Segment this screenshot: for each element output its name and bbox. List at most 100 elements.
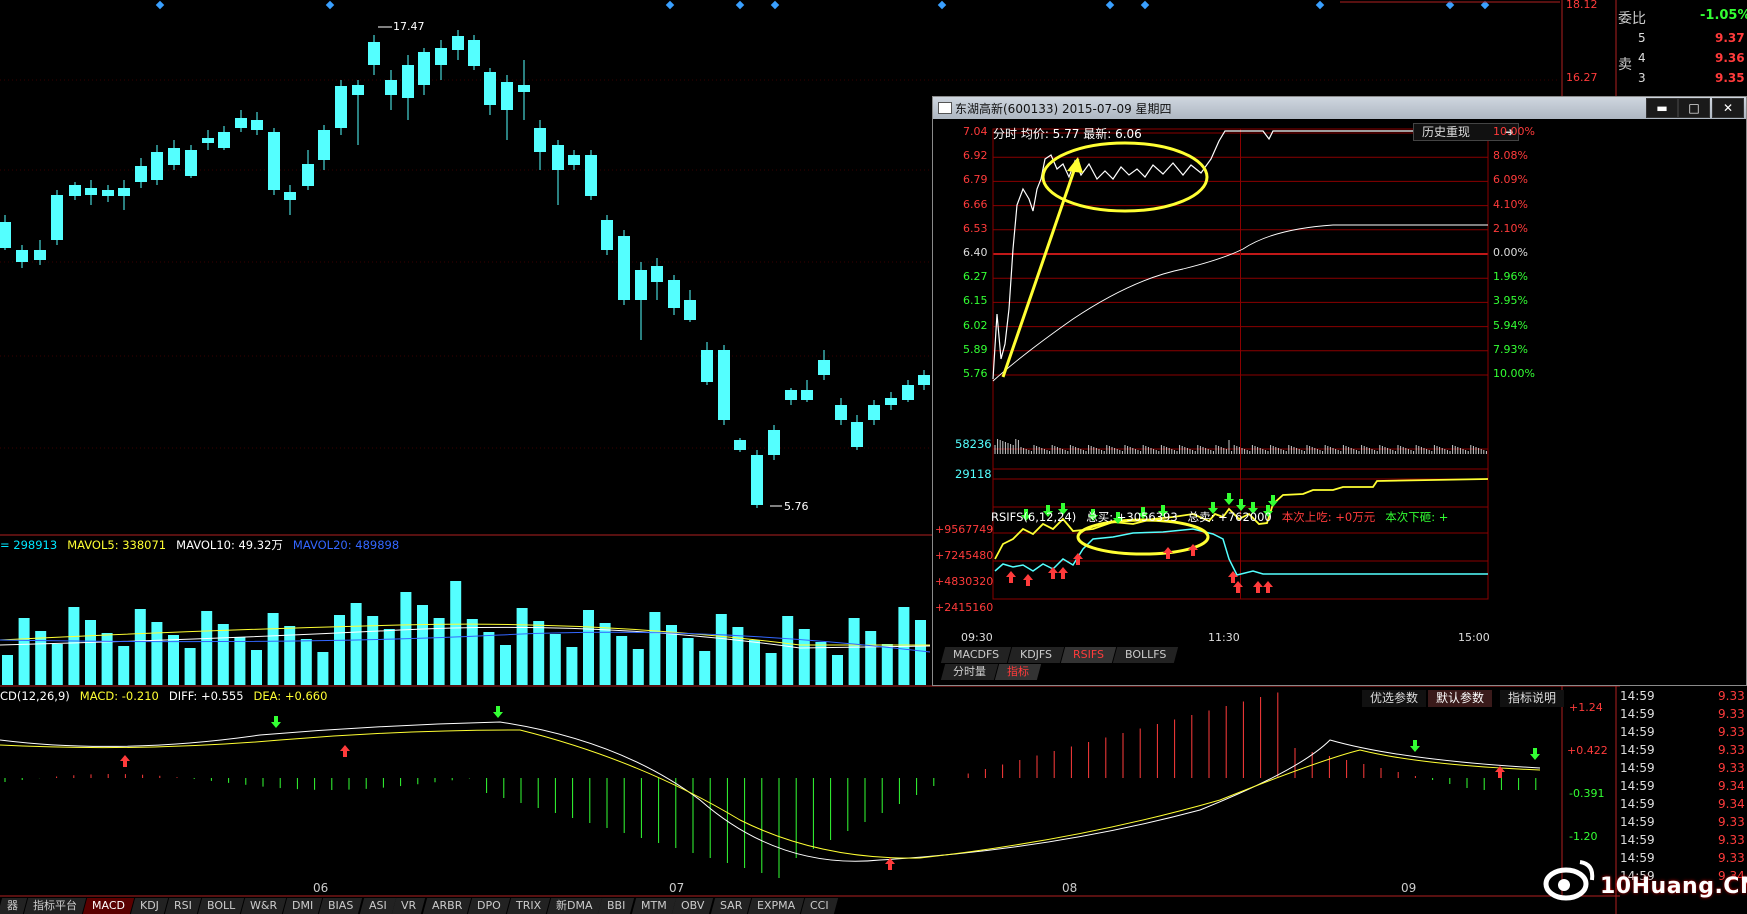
price-axis-label: 6.40 (963, 246, 988, 259)
volume-bar-down (300, 639, 312, 685)
tab-label: 分时量 (953, 665, 986, 678)
candle-body-down (918, 375, 930, 385)
marker-diamond (1105, 0, 1115, 10)
sell-arrow-icon (493, 706, 503, 718)
highlight-ellipse (1041, 141, 1209, 213)
tick-time: 14:59 (1620, 743, 1655, 757)
indicator-help-button[interactable]: 指标说明 (1500, 690, 1565, 707)
tab-5[interactable]: BOLL (197, 898, 245, 914)
candle-body-down (335, 86, 347, 128)
candle-body-down (851, 422, 863, 447)
intraday-chart[interactable] (933, 119, 1746, 685)
legend-item: DIFF: +0.555 (168, 689, 244, 703)
intraday-header: 分时 均价: 5.77 最新: 6.06 (993, 127, 1142, 141)
tab-20[interactable]: CCI (801, 898, 839, 914)
watermark: 10Huang.CN (1542, 848, 1747, 910)
tab-17[interactable]: OBV (672, 898, 715, 914)
marker-diamond (1315, 0, 1325, 10)
tab-label: ARBR (431, 899, 463, 912)
kline-axis-top: 18.12 (1566, 0, 1598, 11)
tab-16[interactable]: MTM (631, 898, 676, 914)
buy-arrow-icon (1263, 581, 1273, 593)
date-label-07: 07 (669, 881, 685, 895)
tab-label: BIAS (328, 899, 354, 912)
candle-body-down (651, 266, 663, 282)
price-axis-label: 5.89 (963, 342, 988, 356)
tab-11[interactable]: ARBR (422, 898, 472, 914)
volume-bar-down (118, 646, 130, 685)
candle-body-down (34, 250, 46, 260)
tab-label: TRIX (515, 899, 541, 912)
legend-item: CD(12,26,9) (0, 689, 70, 703)
tab-label: ASI (368, 899, 387, 912)
close-button[interactable]: ✕ (1712, 98, 1744, 118)
tab-0[interactable]: 器 (0, 898, 28, 914)
tab-6[interactable]: W&R (240, 898, 287, 914)
popup-titlebar[interactable]: 东湖高新(600133) 2015-07-09 星期四 ▬ □ ✕ (933, 97, 1746, 119)
intraday-popup-window[interactable]: 东湖高新(600133) 2015-07-09 星期四 ▬ □ ✕ 分时 均价:… (932, 96, 1747, 686)
popup-tab-1[interactable]: KDJFS (1007, 647, 1065, 663)
tick-price: 9.33 (1718, 689, 1745, 703)
percent-axis-label: 6.09% (1493, 173, 1528, 187)
ask-price: 9.35 (1715, 71, 1745, 85)
volume-bar-down (234, 637, 246, 685)
volume-bar-down (450, 581, 462, 685)
price-axis-label: 6.92 (963, 149, 988, 163)
tab-1[interactable]: 指标平台 (23, 898, 87, 914)
candle-body-down (0, 222, 11, 248)
tab-label: KDJFS (1020, 648, 1053, 661)
price-axis-label: 5.76 (963, 367, 988, 380)
candle-body-down (435, 48, 447, 65)
tab-4[interactable]: RSI (164, 898, 201, 914)
popup-sub-tab-1[interactable]: 指标 (994, 664, 1042, 680)
candle-body-down (16, 250, 28, 262)
tab-label: BOLLFS (1125, 648, 1167, 661)
optimize-params-button[interactable]: 优选参数 (1362, 690, 1427, 707)
kline-axis-2: 16.27 (1566, 71, 1598, 84)
tab-9[interactable]: ASI (359, 898, 396, 914)
tab-12[interactable]: DPO (467, 898, 510, 914)
tick-time: 14:59 (1620, 779, 1655, 793)
tab-14[interactable]: 新DMA (546, 898, 602, 914)
percent-axis-label: 8.08% (1493, 149, 1528, 163)
volume-bar-down (616, 636, 628, 685)
tab-label: SAR (719, 899, 743, 912)
buy-arrow-icon (1253, 581, 1263, 593)
tab-8[interactable]: BIAS (319, 898, 363, 914)
price-axis-label: 6.79 (963, 173, 988, 187)
percent-axis-label: 4.10% (1493, 197, 1528, 211)
candle-body-down (618, 236, 630, 300)
tab-label: DMI (292, 899, 314, 912)
volume-bar-down (632, 649, 644, 685)
candle-body-down (902, 385, 914, 400)
volume-bar-down (848, 618, 860, 685)
popup-tab-0[interactable]: MACDFS (940, 647, 1012, 663)
candle-body-down (768, 430, 780, 455)
macd-legend: CD(12,26,9) MACD: -0.210 DIFF: +0.555 DEA: … (0, 689, 337, 703)
tab-19[interactable]: EXPMA (748, 898, 805, 914)
tab-2[interactable]: MACD (82, 898, 135, 914)
default-params-button[interactable]: 默认参数 (1428, 690, 1493, 707)
popup-tab-2[interactable]: RSIFS (1060, 647, 1117, 663)
popup-sub-tab-0[interactable]: 分时量 (940, 664, 999, 680)
candle-body-down (85, 188, 97, 195)
tab-7[interactable]: DMI (283, 898, 323, 914)
volume-bar-down (217, 624, 229, 685)
legend-item: MAVOL10: 49.32万 (176, 538, 283, 552)
tab-13[interactable]: TRIX (506, 898, 551, 914)
popup-tab-3[interactable]: BOLLFS (1112, 647, 1179, 663)
tab-10[interactable]: VR (392, 898, 426, 914)
volume-bar-down (134, 609, 146, 685)
tick-price: 9.33 (1718, 707, 1745, 721)
candle-body-down (185, 150, 197, 176)
marker-diamond (937, 0, 947, 10)
minimize-button[interactable]: ▬ (1646, 98, 1678, 118)
tab-18[interactable]: SAR (710, 898, 752, 914)
tab-15[interactable]: BBI (598, 898, 635, 914)
volume-bar-down (35, 631, 47, 685)
maximize-button[interactable]: □ (1678, 98, 1710, 118)
volume-bar-down (516, 608, 528, 685)
tick-price: 9.33 (1718, 725, 1745, 739)
tab-3[interactable]: KDJ (130, 898, 169, 914)
candle-body-down (418, 52, 430, 85)
